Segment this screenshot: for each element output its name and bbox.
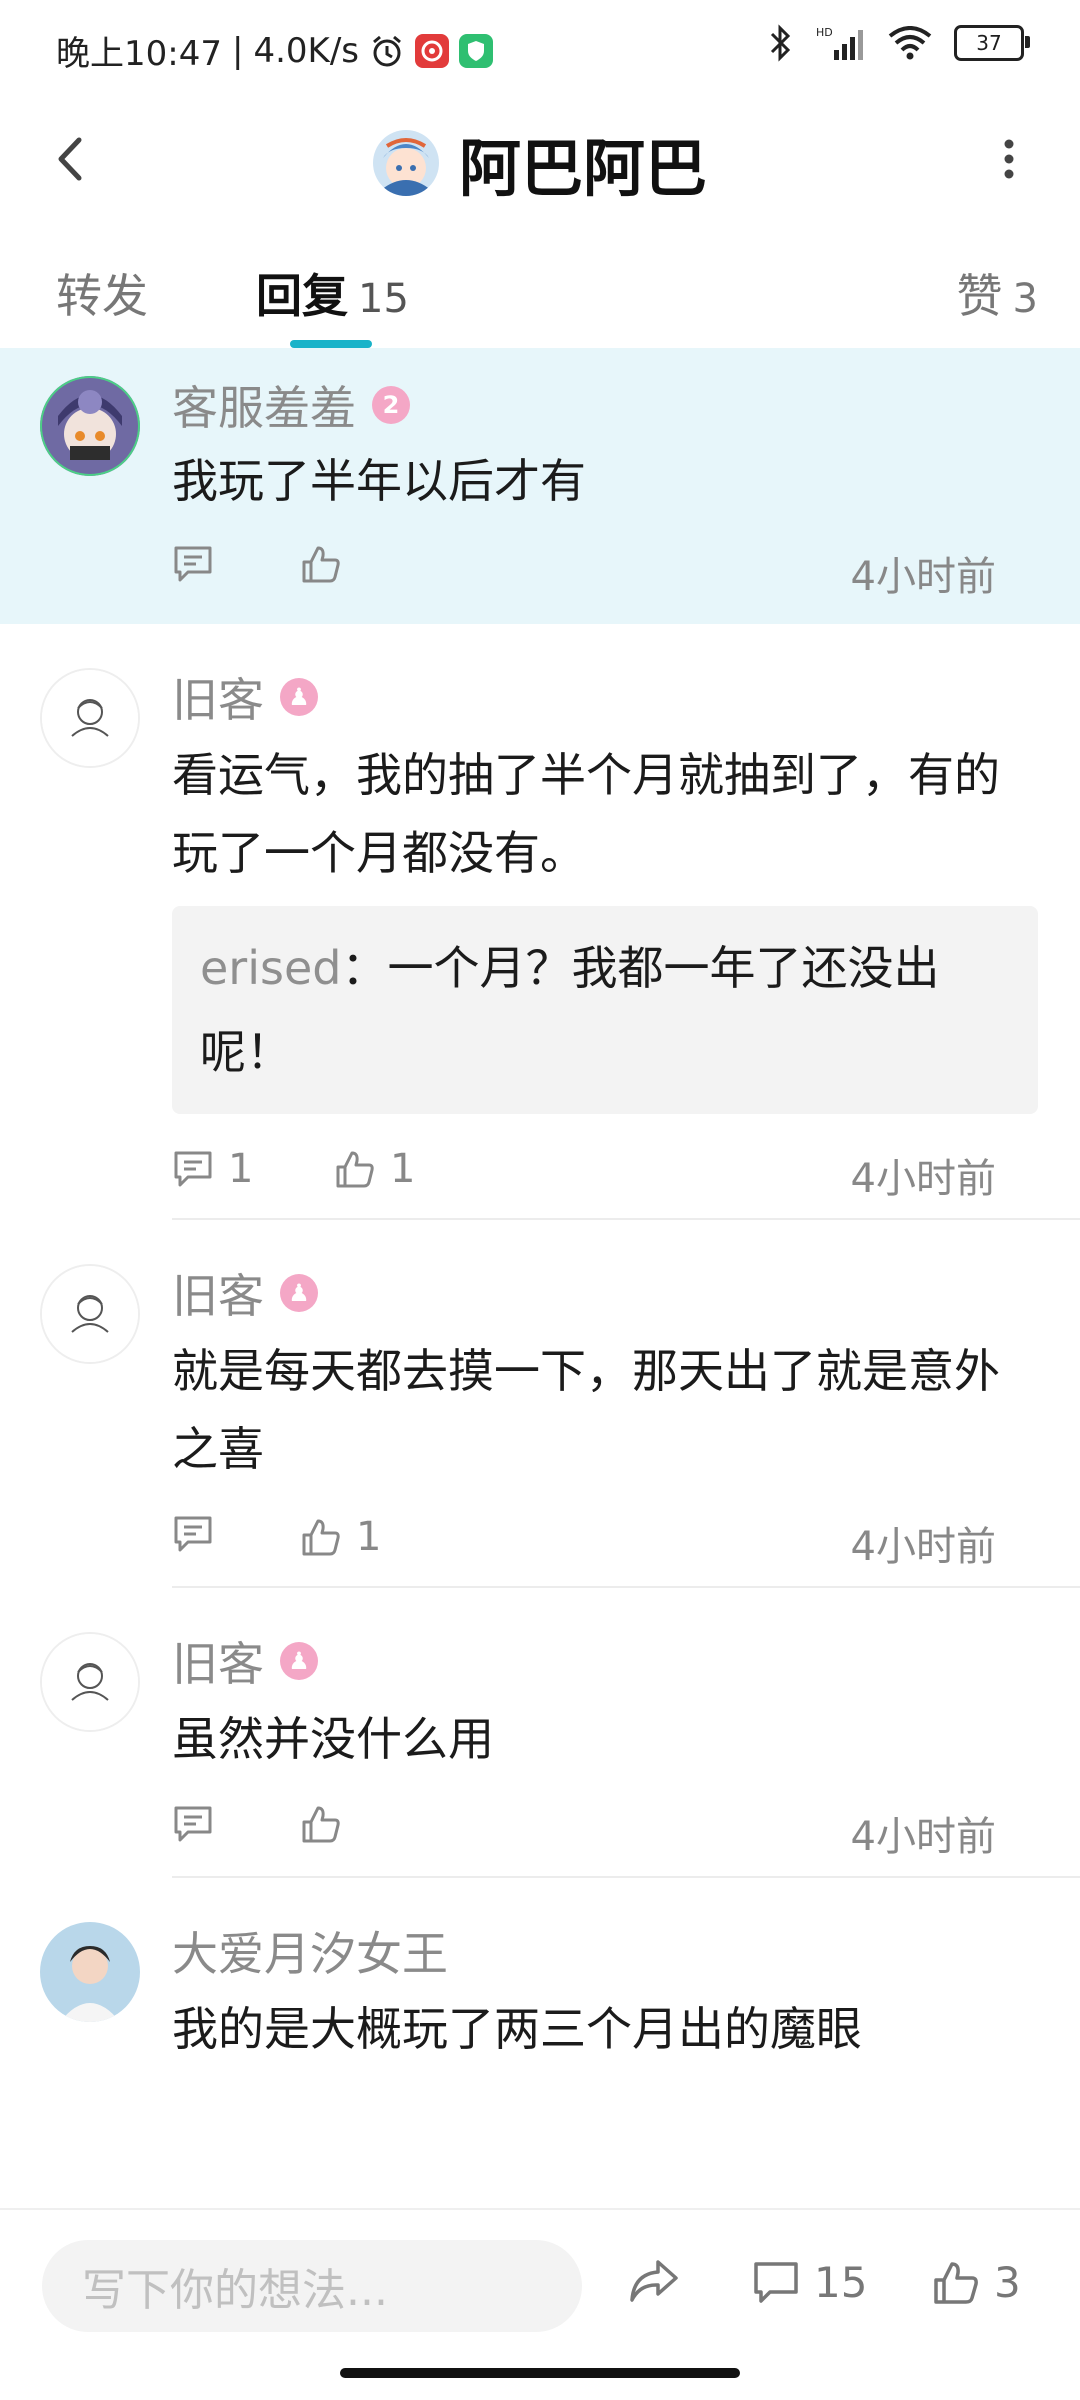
- post-author-avatar[interactable]: [372, 130, 439, 196]
- tab-replies[interactable]: 回复 15: [256, 260, 409, 326]
- comment-content: 虽然并没什么用: [172, 1712, 494, 1766]
- share-icon: [630, 2260, 678, 2302]
- comment-time: 4小时前: [850, 1524, 996, 1570]
- comment-icon: [174, 546, 212, 582]
- comment-item: 旧客 ♟ 虽然并没什么用 4小时前: [0, 1588, 1080, 1878]
- avatar[interactable]: [40, 1264, 140, 1364]
- comment-username[interactable]: 大爱月汐女王: [172, 1918, 1038, 1984]
- header: 阿巴阿巴: [0, 100, 1080, 220]
- thumbs-up-icon: [336, 1151, 374, 1188]
- alarm-icon: [369, 33, 405, 69]
- avatar[interactable]: [40, 376, 140, 476]
- reply-button[interactable]: 1: [172, 1146, 253, 1192]
- tab-repost[interactable]: 转发: [56, 260, 148, 326]
- reply-count: 1: [228, 1146, 254, 1192]
- like-count: 1: [356, 1514, 382, 1560]
- status-left: 晚上10:47 | 4.0K/s: [56, 26, 493, 75]
- thumbs-up-icon: [934, 2261, 978, 2304]
- quoted-username: erised: [200, 941, 342, 995]
- comment-icon: [174, 1806, 212, 1842]
- thumbs-up-icon: [302, 546, 340, 583]
- battery-indicator: 37: [954, 25, 1030, 61]
- share-button[interactable]: [628, 2258, 680, 2304]
- more-button[interactable]: [974, 124, 1044, 194]
- bottom-comment-count: 15: [814, 2258, 868, 2307]
- reply-button[interactable]: [172, 544, 214, 584]
- wifi-icon: [888, 26, 932, 60]
- comment-input[interactable]: 写下你的想法...: [42, 2240, 582, 2332]
- more-vertical-icon: [1004, 139, 1014, 179]
- status-right: HD 37: [768, 24, 1030, 62]
- like-count: 1: [390, 1146, 416, 1192]
- bottom-like-button[interactable]: 3: [932, 2258, 1021, 2307]
- like-button[interactable]: 1: [334, 1146, 415, 1192]
- comment-actions: 4小时前: [0, 1786, 1038, 1876]
- level-badge: ♟: [280, 1642, 318, 1680]
- tab-likes-count: 3: [1012, 276, 1038, 322]
- like-button[interactable]: [300, 1804, 342, 1844]
- status-bar: 晚上10:47 | 4.0K/s HD 37: [0, 0, 1080, 100]
- comment-item: 客服羞羞 2 我玩了半年以后才有 4小时前: [0, 348, 1080, 624]
- comment-icon: [174, 1516, 212, 1552]
- netease-music-icon: [415, 33, 449, 68]
- comment-content: 就是每天都去摸一下，那天出了就是意外之喜: [172, 1344, 1000, 1476]
- comment-content: 我的是大概玩了两三个月出的魔眼: [172, 2002, 862, 2056]
- reply-button[interactable]: [172, 1514, 214, 1554]
- status-time: 晚上10:47: [56, 34, 222, 74]
- comment-input-placeholder: 写下你的想法...: [82, 2265, 388, 2316]
- page-title: 阿巴阿巴: [458, 132, 707, 205]
- comment-username[interactable]: 旧客 ♟: [172, 1260, 1038, 1326]
- reply-button[interactable]: [172, 1804, 214, 1844]
- tab-replies-count: 15: [358, 276, 409, 322]
- avatar[interactable]: [40, 1632, 140, 1732]
- comment-time: 4小时前: [850, 1814, 996, 1860]
- avatar[interactable]: [40, 668, 140, 768]
- tab-bar: 转发 回复 15 赞3: [0, 230, 1080, 350]
- comment-icon: [174, 1151, 212, 1187]
- title-wrap: 阿巴阿巴: [0, 118, 1080, 208]
- level-badge: ♟: [280, 1274, 318, 1312]
- like-button[interactable]: 1: [300, 1514, 381, 1560]
- comment-content: 看运气，我的抽了半个月就抽到了，有的玩了一个月都没有。: [172, 748, 1000, 880]
- avatar[interactable]: [40, 1922, 140, 2022]
- comment-actions: 1 4小时前: [0, 1496, 1038, 1586]
- comment-username[interactable]: 旧客 ♟: [172, 1628, 1038, 1694]
- signal-icon: HD: [816, 24, 866, 62]
- like-button[interactable]: [300, 544, 342, 584]
- comment-time: 4小时前: [850, 1156, 996, 1202]
- security-app-icon: [459, 33, 493, 68]
- comment-item: 大爱月汐女王 我的是大概玩了两三个月出的魔眼: [0, 1878, 1080, 2068]
- level-badge: 2: [372, 386, 410, 424]
- thumbs-up-icon: [302, 1519, 340, 1556]
- comment-item: 旧客 ♟ 就是每天都去摸一下，那天出了就是意外之喜 1 4小时前: [0, 1220, 1080, 1588]
- active-tab-indicator: [290, 340, 372, 348]
- comment-actions: 1 1 4小时前: [0, 1128, 1038, 1218]
- comment-actions: 4小时前: [0, 526, 1038, 606]
- comment-item: 旧客 ♟ 看运气，我的抽了半个月就抽到了，有的玩了一个月都没有。 erised：…: [0, 624, 1080, 1220]
- bottom-comment-button[interactable]: 15: [752, 2258, 867, 2307]
- comment-time: 4小时前: [850, 554, 996, 600]
- bottom-action-bar: 写下你的想法... 15 3: [0, 2208, 1080, 2360]
- comment-username[interactable]: 客服羞羞 2: [172, 372, 1038, 438]
- comment-icon: [754, 2261, 798, 2303]
- thumbs-up-icon: [302, 1806, 340, 1843]
- bottom-like-count: 3: [994, 2258, 1021, 2307]
- battery-level: 37: [976, 31, 1002, 55]
- quoted-reply[interactable]: erised：一个月？我都一年了还没出呢！: [172, 906, 1038, 1114]
- bluetooth-icon: [768, 24, 794, 62]
- tab-likes[interactable]: 赞3: [957, 260, 1038, 326]
- level-badge: ♟: [280, 678, 318, 716]
- comment-username[interactable]: 旧客 ♟: [172, 664, 1038, 730]
- comment-list: 客服羞羞 2 我玩了半年以后才有 4小时前 旧客 ♟ 看运气，我的抽了半个月就抽…: [0, 348, 1080, 2208]
- comment-content: 我玩了半年以后才有: [172, 454, 586, 508]
- network-speed: 4.0K/s: [253, 30, 359, 71]
- svg-text:HD: HD: [816, 26, 833, 39]
- home-indicator[interactable]: [340, 2368, 740, 2378]
